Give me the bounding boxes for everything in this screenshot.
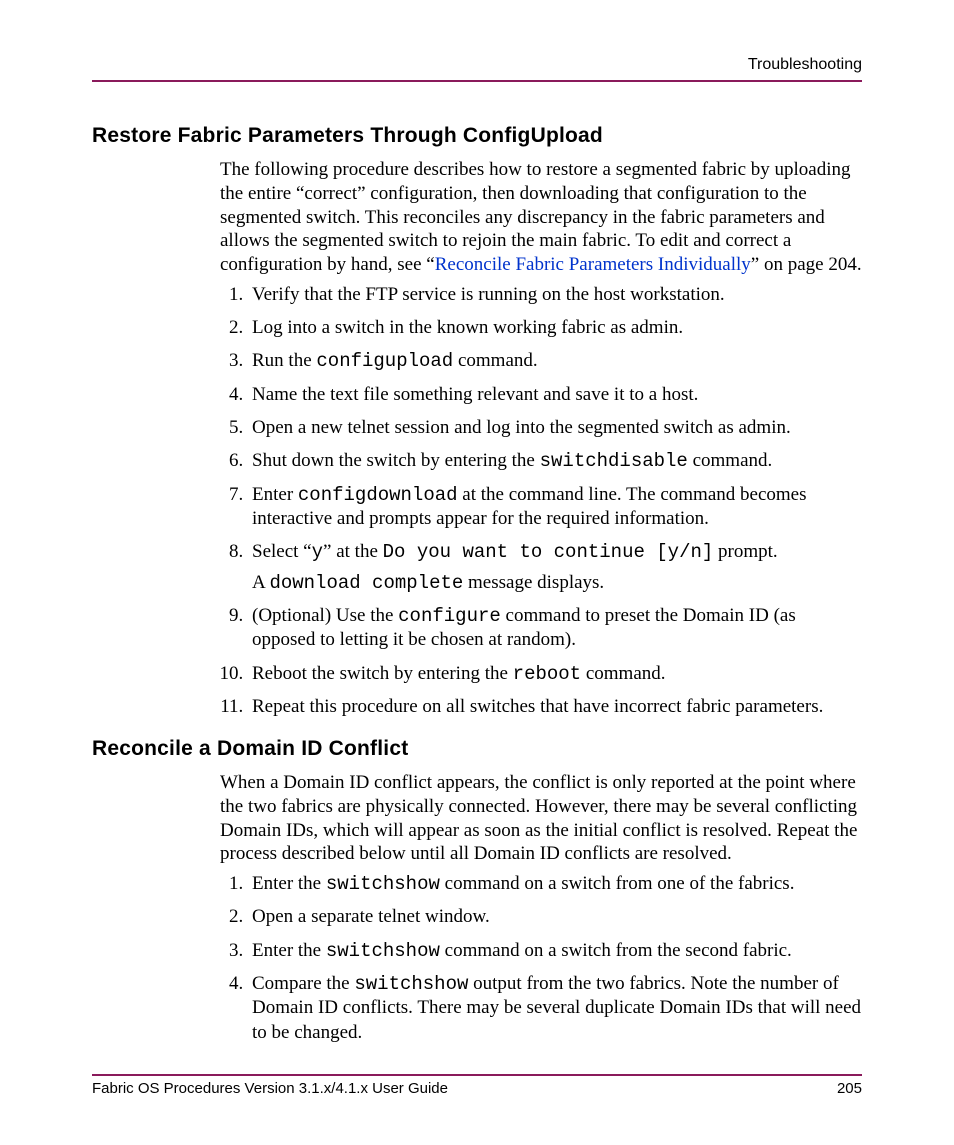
section1-steps: Verify that the FTP service is running o…	[220, 283, 862, 719]
list-item: Reboot the switch by entering the reboot…	[248, 662, 862, 686]
footer-title: Fabric OS Procedures Version 3.1.x/4.1.x…	[92, 1080, 448, 1097]
heading-restore-fabric: Restore Fabric Parameters Through Config…	[92, 124, 862, 148]
text: Select “	[252, 541, 312, 562]
text: ” at the	[323, 541, 383, 562]
heading-reconcile-domain-id: Reconcile a Domain ID Conflict	[92, 737, 862, 761]
cmd-configure: configure	[398, 605, 501, 627]
list-item: (Optional) Use the configure command to …	[248, 604, 862, 653]
list-item: Compare the switchshow output from the t…	[248, 972, 862, 1045]
text: command on a switch from one of the fabr…	[440, 873, 795, 894]
footer-rule	[92, 1074, 862, 1076]
text: command.	[688, 450, 772, 471]
text: Compare the	[252, 973, 354, 994]
prompt-continue: Do you want to continue [y/n]	[383, 541, 714, 563]
text: (Optional) Use the	[252, 605, 398, 626]
list-item: Run the configupload command.	[248, 349, 862, 373]
list-item: Open a new telnet session and log into t…	[248, 416, 862, 440]
list-item: Enter configdownload at the command line…	[248, 483, 862, 532]
text: Enter the	[252, 873, 326, 894]
list-item: Enter the switchshow command on a switch…	[248, 939, 862, 963]
section2-intro: When a Domain ID conflict appears, the c…	[220, 771, 862, 866]
cmd-switchshow: switchshow	[354, 973, 468, 995]
list-item: Log into a switch in the known working f…	[248, 316, 862, 340]
text: A	[252, 572, 269, 593]
list-item: Open a separate telnet window.	[248, 905, 862, 929]
cmd-configdownload: configdownload	[298, 484, 458, 506]
list-item: Select “y” at the Do you want to continu…	[248, 540, 862, 595]
text: Enter	[252, 484, 298, 505]
cmd-switchdisable: switchdisable	[540, 450, 688, 472]
cmd-y: y	[312, 541, 323, 563]
text: Run the	[252, 350, 316, 371]
cmd-switchshow: switchshow	[326, 940, 440, 962]
step8-result: A download complete message displays.	[252, 571, 862, 595]
text: Shut down the switch by entering the	[252, 450, 540, 471]
section2-steps: Enter the switchshow command on a switch…	[220, 872, 862, 1045]
footer: Fabric OS Procedures Version 3.1.x/4.1.x…	[92, 1074, 862, 1097]
section1-body: The following procedure describes how to…	[220, 158, 862, 719]
msg-download-complete: download complete	[269, 572, 463, 594]
cmd-reboot: reboot	[513, 663, 581, 685]
page: Troubleshooting Restore Fabric Parameter…	[0, 0, 954, 1145]
header-rule	[92, 80, 862, 82]
text: command.	[581, 663, 665, 684]
section1-intro: The following procedure describes how to…	[220, 158, 862, 277]
list-item: Repeat this procedure on all switches th…	[248, 695, 862, 719]
list-item: Name the text file something relevant an…	[248, 383, 862, 407]
running-header: Troubleshooting	[92, 56, 862, 80]
text: Enter the	[252, 940, 326, 961]
cmd-switchshow: switchshow	[326, 873, 440, 895]
cmd-configupload: configupload	[316, 350, 453, 372]
section2-body: When a Domain ID conflict appears, the c…	[220, 771, 862, 1045]
text: message displays.	[463, 572, 604, 593]
text: command.	[453, 350, 537, 371]
list-item: Shut down the switch by entering the swi…	[248, 449, 862, 473]
text: command on a switch from the second fabr…	[440, 940, 792, 961]
list-item: Enter the switchshow command on a switch…	[248, 872, 862, 896]
page-number: 205	[837, 1080, 862, 1097]
text: prompt.	[713, 541, 777, 562]
intro-post: ” on page 204.	[751, 254, 862, 275]
link-reconcile-individually[interactable]: Reconcile Fabric Parameters Individually	[435, 254, 751, 275]
list-item: Verify that the FTP service is running o…	[248, 283, 862, 307]
text: Reboot the switch by entering the	[252, 663, 513, 684]
